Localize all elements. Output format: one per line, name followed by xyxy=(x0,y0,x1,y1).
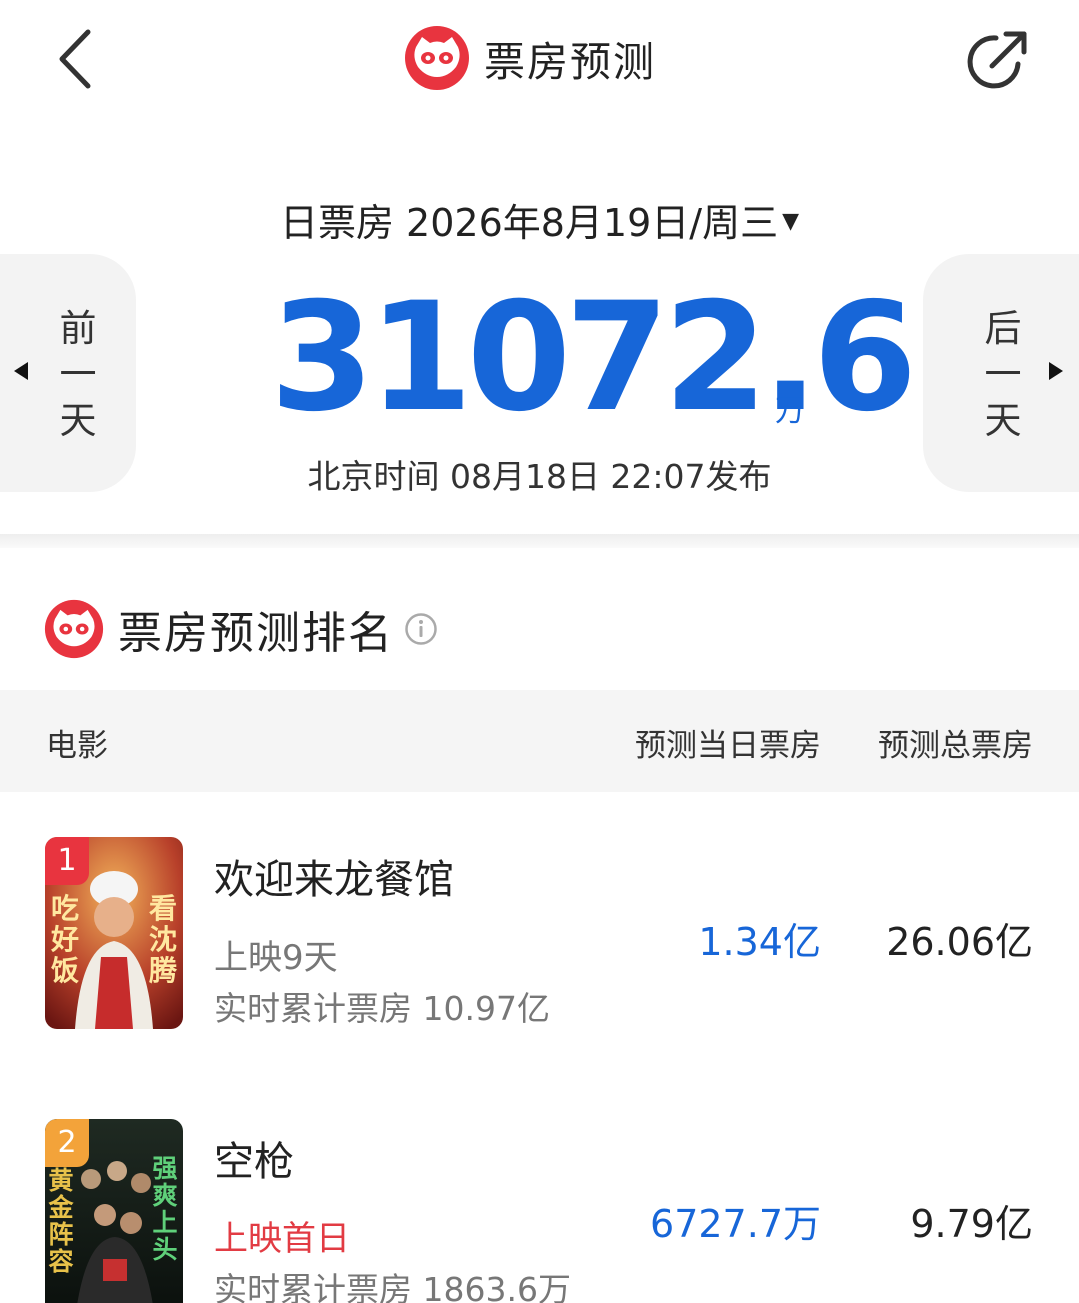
movie-name: 欢迎来龙餐馆 xyxy=(214,857,454,903)
box-office-unit: 万 xyxy=(775,394,805,429)
maoyan-logo-icon xyxy=(405,26,469,90)
column-header-total[interactable]: 预测总票房 xyxy=(878,720,1033,765)
caret-down-icon: ▼ xyxy=(782,209,800,234)
poster-text-right: 看沈腾 xyxy=(148,892,177,987)
movie-poster: 黄金阵容 强爽上头 2 xyxy=(45,1119,183,1303)
back-button[interactable] xyxy=(50,26,106,92)
predicted-day-box-office: 6727.7万 xyxy=(650,1202,821,1246)
maoyan-logo-icon xyxy=(44,599,104,659)
poster-text-left: 吃好饭 xyxy=(50,892,79,987)
section-divider xyxy=(0,534,1079,548)
cumulative-box-office: 实时累计票房 10.97亿 xyxy=(214,989,550,1028)
cumulative-box-office: 实时累计票房 1863.6万 xyxy=(214,1270,571,1303)
share-button[interactable] xyxy=(962,26,1032,96)
arrow-right-icon xyxy=(1049,362,1063,380)
page: 票房预测 日票房 2026年8月19日/周三 ▼ 前 一 天 后 一 天 3107… xyxy=(0,0,1079,1303)
next-day-label: 后 一 天 xyxy=(984,307,1022,442)
chevron-left-icon xyxy=(59,29,91,89)
page-title: 票房预测 xyxy=(484,38,656,86)
ranking-title: 票房预测排名 xyxy=(118,608,394,659)
date-selector[interactable]: 日票房 2026年8月19日/周三 ▼ xyxy=(0,192,1079,247)
table-row[interactable]: 黄金阵容 强爽上头 2 空枪 上映首日 实时累计票房 1863.6万 6727.… xyxy=(0,1119,1079,1303)
app-header: 票房预测 xyxy=(0,0,1079,125)
rank-badge: 2 xyxy=(45,1119,89,1167)
predicted-total-box-office: 26.06亿 xyxy=(886,920,1033,964)
release-status: 上映9天 xyxy=(214,938,338,978)
poster-text-right: 强爽上头 xyxy=(152,1154,178,1264)
predicted-day-box-office: 1.34亿 xyxy=(698,920,821,964)
daily-box-office-value: 31072.6 xyxy=(270,271,917,445)
share-icon xyxy=(967,31,1027,89)
prev-day-label: 前 一 天 xyxy=(59,307,97,442)
movie-name: 空枪 xyxy=(214,1139,294,1185)
ranking-header: 票房预测排名 xyxy=(44,596,438,662)
rank-badge: 1 xyxy=(45,837,89,885)
table-row[interactable]: 吃好饭 看沈腾 1 欢迎来龙餐馆 上映9天 实时累计票房 10.97亿 1.34… xyxy=(0,837,1079,1057)
release-status: 上映首日 xyxy=(214,1219,350,1259)
poster-text-left: 黄金阵容 xyxy=(48,1166,74,1276)
header-title-group: 票房预测 xyxy=(404,25,656,91)
publish-time: 北京时间 08月18日 22:07发布 xyxy=(307,457,772,496)
movie-poster: 吃好饭 看沈腾 1 xyxy=(45,837,183,1029)
date-label: 日票房 2026年8月19日/周三 xyxy=(279,201,779,245)
info-icon[interactable] xyxy=(404,612,438,646)
arrow-left-icon xyxy=(14,362,28,380)
predicted-total-box-office: 9.79亿 xyxy=(910,1202,1033,1246)
column-header-day[interactable]: 预测当日票房 xyxy=(635,720,821,765)
column-header-movie: 电影 xyxy=(46,728,108,764)
table-header: 电影 预测当日票房 预测总票房 xyxy=(0,690,1079,792)
